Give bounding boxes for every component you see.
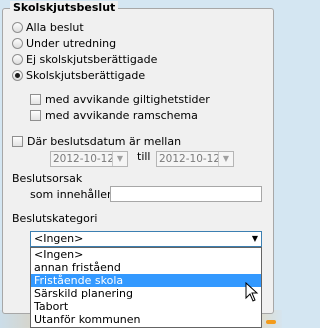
- mouse-cursor-icon: [245, 282, 259, 302]
- radio-button[interactable]: [12, 37, 23, 49]
- chevron-down-icon[interactable]: ▼: [112, 152, 127, 166]
- radio-under-utredning[interactable]: Under utredning: [12, 36, 116, 50]
- background-marker: [266, 320, 276, 324]
- dropdown-option[interactable]: Utanför kommunen: [31, 313, 261, 326]
- select-value: <Ingen>: [34, 232, 84, 245]
- checkbox[interactable]: [30, 109, 41, 121]
- checkbox-ramschema[interactable]: med avvikande ramschema: [30, 108, 198, 122]
- radio-label: Alla beslut: [26, 20, 84, 34]
- radio-button[interactable]: [12, 21, 23, 33]
- beslutskategori-select[interactable]: <Ingen> ▼: [30, 231, 262, 247]
- date-from-value: 2012-10-12: [53, 153, 115, 165]
- beslutsorsak-label: Beslutsorsak: [12, 172, 83, 185]
- chevron-down-icon[interactable]: ▼: [218, 152, 233, 166]
- radio-alla-beslut[interactable]: Alla beslut: [12, 20, 84, 34]
- beslutskategori-label: Beslutskategori: [12, 212, 98, 225]
- beslutsorsak-input[interactable]: [110, 186, 262, 202]
- beslutskategori-dropdown: <Ingen> annan friståend Fristående skola…: [30, 247, 262, 328]
- dropdown-option[interactable]: annan friståend: [31, 261, 261, 274]
- radio-button[interactable]: [12, 53, 23, 65]
- beslutsorsak-sublabel: som innehåller: [30, 188, 112, 201]
- dropdown-option[interactable]: <Ingen>: [31, 248, 261, 261]
- date-to-picker[interactable]: 2012-10-12 ▼: [156, 151, 234, 167]
- checkbox-label: med avvikande ramschema: [45, 108, 198, 122]
- checkbox[interactable]: [30, 93, 41, 105]
- checkbox-giltighetstider[interactable]: med avvikande giltighetstider: [30, 92, 210, 106]
- date-from-picker[interactable]: 2012-10-12 ▼: [50, 151, 128, 167]
- date-to-value: 2012-10-12: [159, 153, 221, 165]
- dropdown-option-highlighted[interactable]: Fristående skola: [31, 274, 261, 287]
- radio-label: Under utredning: [26, 36, 117, 50]
- radio-label: Ej skolskjutsberättigade: [26, 52, 158, 66]
- dropdown-option[interactable]: Särskild planering: [31, 287, 261, 300]
- date-separator: till: [137, 150, 151, 163]
- radio-button-selected[interactable]: [12, 69, 23, 81]
- chevron-down-icon[interactable]: ▼: [252, 232, 258, 246]
- group-legend: Skolskjutsbeslut: [10, 1, 119, 15]
- radio-ej-berattigade[interactable]: Ej skolskjutsberättigade: [12, 52, 157, 66]
- checkbox-label: med avvikande giltighetstider: [45, 92, 210, 106]
- checkbox-beslutsdatum[interactable]: Där beslutsdatum är mellan: [12, 134, 181, 148]
- checkbox[interactable]: [12, 135, 23, 147]
- radio-label: Skolskjutsberättigade: [26, 68, 146, 82]
- radio-berattigade[interactable]: Skolskjutsberättigade: [12, 68, 145, 82]
- dropdown-option[interactable]: Tabort: [31, 300, 261, 313]
- checkbox-label: Där beslutsdatum är mellan: [27, 134, 182, 148]
